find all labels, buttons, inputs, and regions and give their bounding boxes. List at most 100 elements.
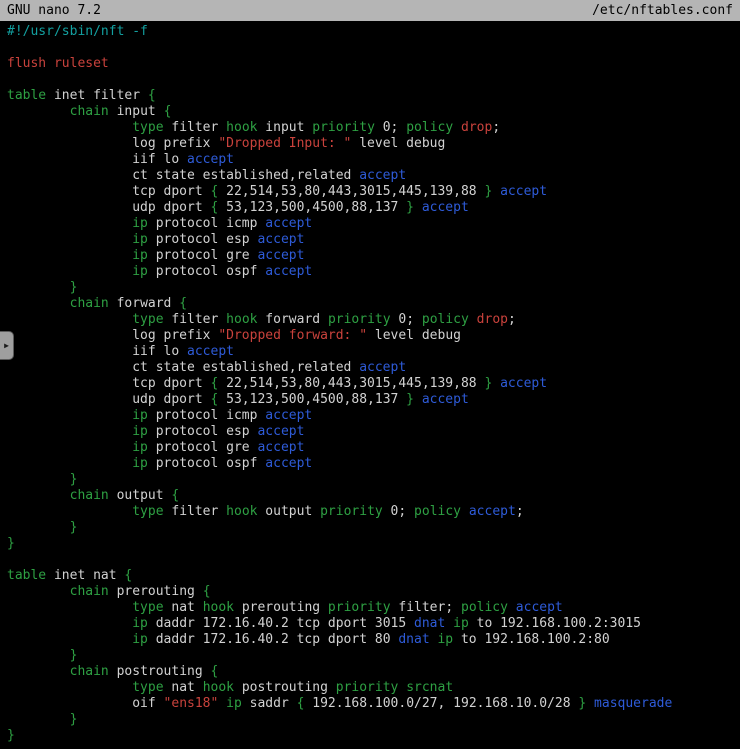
code-token: accept (422, 200, 469, 215)
code-token: accept (500, 376, 547, 391)
code-token (7, 248, 132, 263)
code-token: filter (164, 504, 227, 519)
side-panel-toggle[interactable]: ▶ (0, 331, 14, 360)
code-line: type nat hook prerouting priority filter… (7, 600, 740, 616)
code-token: iif lo (7, 344, 187, 359)
code-token: protocol icmp (148, 216, 265, 231)
code-token: ; (508, 312, 516, 327)
code-token: log prefix (7, 136, 218, 151)
code-token: type (132, 600, 163, 615)
code-token (414, 200, 422, 215)
editor-content[interactable]: #!/usr/sbin/nft -fflush rulesettable ine… (0, 21, 740, 744)
code-token: protocol gre (148, 440, 258, 455)
code-line: } (7, 712, 740, 728)
code-token: accept (257, 440, 304, 455)
code-token: ; (492, 120, 500, 135)
code-token: oif (7, 696, 164, 711)
code-token: ip (132, 424, 148, 439)
code-line: tcp dport { 22,514,53,80,443,3015,445,13… (7, 184, 740, 200)
code-token: priority (320, 504, 383, 519)
code-line: #!/usr/sbin/nft -f (7, 24, 740, 40)
code-token (7, 120, 132, 135)
code-token (7, 504, 132, 519)
code-token: accept (265, 216, 312, 231)
code-line: udp dport { 53,123,500,4500,88,137 } acc… (7, 200, 740, 216)
code-token (7, 216, 132, 231)
code-token: hook (226, 504, 257, 519)
code-line: chain input { (7, 104, 740, 120)
code-token: priority (328, 600, 391, 615)
code-token (7, 664, 70, 679)
code-token: table (7, 568, 46, 583)
code-token: accept (187, 152, 234, 167)
code-line: ip protocol ospf accept (7, 456, 740, 472)
code-token: accept (187, 344, 234, 359)
code-token: ip (132, 456, 148, 471)
code-token: input (257, 120, 312, 135)
code-token: chain (70, 488, 109, 503)
code-token: protocol gre (148, 248, 258, 263)
code-token: nat (164, 680, 203, 695)
code-token: chain (70, 104, 109, 119)
code-line: ip protocol esp accept (7, 232, 740, 248)
code-token: forward (109, 296, 179, 311)
code-token: policy (414, 504, 461, 519)
code-line: ip protocol gre accept (7, 248, 740, 264)
code-token: protocol icmp (148, 408, 265, 423)
code-token (7, 312, 132, 327)
code-token: dnat (414, 616, 445, 631)
code-token: ip (453, 616, 469, 631)
code-token: prerouting (109, 584, 203, 599)
code-line: iif lo accept (7, 152, 740, 168)
code-token: { (171, 488, 179, 503)
code-token: ct state established,related (7, 360, 359, 375)
code-token: } (406, 392, 414, 407)
code-line: flush ruleset (7, 56, 740, 72)
code-token: accept (359, 168, 406, 183)
code-token: accept (516, 600, 563, 615)
code-token (7, 232, 132, 247)
code-token: daddr 172.16.40.2 tcp dport 3015 (148, 616, 414, 631)
code-line: type filter hook output priority 0; poli… (7, 504, 740, 520)
code-token (492, 376, 500, 391)
code-token: to 192.168.100.2:80 (453, 632, 610, 647)
code-token: flush ruleset (7, 56, 109, 71)
code-token: drop (461, 120, 492, 135)
code-line: udp dport { 53,123,500,4500,88,137 } acc… (7, 392, 740, 408)
code-token (7, 616, 132, 631)
code-token: tcp dport (7, 184, 211, 199)
code-token: dnat (398, 632, 429, 647)
code-token: table (7, 88, 46, 103)
code-token: masquerade (594, 696, 672, 711)
code-token (7, 424, 132, 439)
code-token (7, 440, 132, 455)
code-token (7, 584, 70, 599)
code-token (7, 600, 132, 615)
code-token: srcnat (406, 680, 453, 695)
code-token: accept (265, 264, 312, 279)
code-line (7, 72, 740, 88)
code-line: type nat hook postrouting priority srcna… (7, 680, 740, 696)
code-token: policy (406, 120, 453, 135)
code-token: type (132, 120, 163, 135)
code-token: { (164, 104, 172, 119)
code-token (7, 520, 70, 535)
code-token: } (7, 536, 15, 551)
code-token: accept (469, 504, 516, 519)
code-token: output (257, 504, 320, 519)
code-token: ip (132, 616, 148, 631)
code-line: ip daddr 172.16.40.2 tcp dport 80 dnat i… (7, 632, 740, 648)
code-token (7, 408, 132, 423)
code-token: } (406, 200, 414, 215)
code-token (7, 296, 70, 311)
code-token: nat (164, 600, 203, 615)
code-token: ip (132, 440, 148, 455)
code-token: policy (422, 312, 469, 327)
code-line: ct state established,related accept (7, 168, 740, 184)
code-token (461, 504, 469, 519)
chevron-right-icon: ▶ (4, 342, 9, 350)
code-token (7, 648, 70, 663)
code-token: postrouting (109, 664, 211, 679)
code-token: accept (422, 392, 469, 407)
code-token: type (132, 312, 163, 327)
